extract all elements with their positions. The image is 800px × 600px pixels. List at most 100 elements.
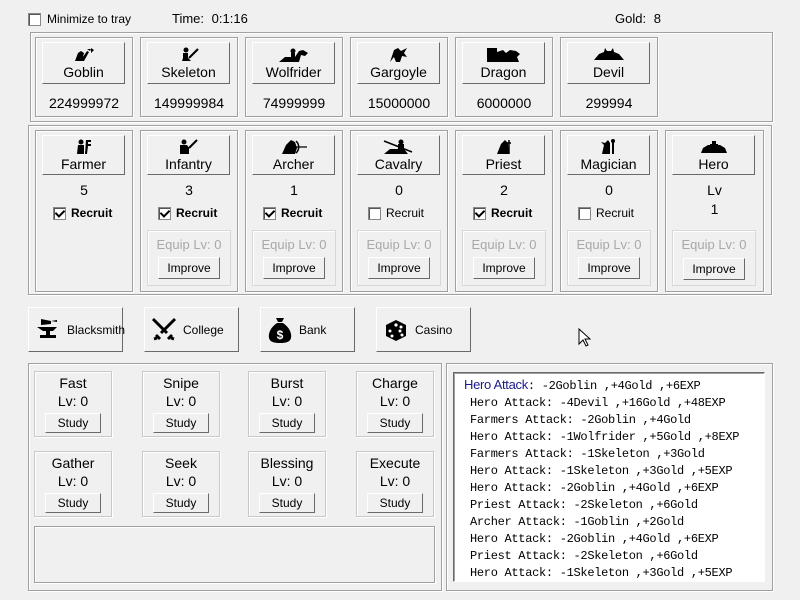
minimize-label: Minimize to tray [47, 12, 132, 26]
skill-name: Fast [59, 375, 87, 391]
hero-improve-label: Improve [692, 262, 736, 276]
improve-label: Improve [272, 261, 316, 275]
devil-icon [592, 46, 626, 64]
battle-log[interactable]: Hero Attack: -2Goblin ,+4Gold ,+6EXP Her… [453, 372, 765, 582]
skill-name: Gather [51, 455, 95, 471]
recruit-checkbox-box[interactable] [368, 206, 381, 220]
hero-button[interactable]: Hero [672, 135, 755, 175]
facility-button-blacksmith[interactable]: Blacksmith [28, 307, 126, 352]
enemy-button-goblin[interactable]: Goblin [42, 42, 125, 84]
improve-label: Improve [587, 261, 631, 275]
study-button[interactable]: Study [153, 413, 209, 433]
facility-label: Blacksmith [67, 322, 126, 337]
minimize-to-tray-checkbox[interactable]: Minimize to tray [28, 12, 131, 26]
log-line: Hero Attack: -4Devil ,+16Gold ,+48EXP [470, 396, 726, 410]
skill-level: Lv: 0 [379, 393, 411, 409]
skill-level: Lv: 0 [165, 473, 197, 489]
unit-button-farmer[interactable]: Farmer [42, 135, 125, 175]
unit-label: Infantry [165, 156, 212, 172]
hero-improve-button[interactable]: Improve [683, 258, 745, 280]
equip-level-label: Equip Lv: 0 [471, 237, 537, 252]
log-line: Archer Attack: -1Goblin ,+2Gold [470, 515, 684, 529]
enemy-button-wolfrider[interactable]: Wolfrider [252, 42, 335, 84]
unit-button-archer[interactable]: Archer [252, 135, 335, 175]
improve-button[interactable]: Improve [158, 257, 220, 279]
recruit-checkbox-box[interactable] [158, 206, 171, 220]
recruit-checkbox-box[interactable] [578, 206, 591, 220]
enemy-button-gargoyle[interactable]: Gargoyle [357, 42, 440, 84]
study-button[interactable]: Study [45, 493, 101, 513]
magician-icon [598, 138, 620, 156]
facility-label: Bank [299, 322, 327, 337]
skeleton-icon [177, 46, 201, 64]
recruit-checkbox[interactable]: Recruit [53, 206, 112, 220]
study-button[interactable]: Study [367, 413, 423, 433]
log-line: Hero Attack: -1Skeleton ,+3Gold ,+5EXP [470, 566, 733, 580]
equip-level-label: Equip Lv: 0 [366, 237, 432, 252]
unit-button-infantry[interactable]: Infantry [147, 135, 230, 175]
enemy-count: 6000000 [476, 95, 532, 111]
unit-label: Farmer [60, 156, 107, 172]
facility-button-bank[interactable]: $ Bank [260, 307, 355, 352]
study-label: Study [379, 416, 411, 430]
skill-level: Lv: 0 [57, 393, 89, 409]
unit-button-priest[interactable]: Priest [462, 135, 545, 175]
recruit-checkbox-box[interactable] [53, 206, 66, 220]
enemy-button-dragon[interactable]: Dragon [462, 42, 545, 84]
farmer-icon [75, 138, 93, 156]
recruit-label: Recruit [386, 206, 425, 220]
recruit-checkbox-box[interactable] [263, 206, 276, 220]
enemy-count: 299994 [585, 95, 633, 111]
enemy-button-devil[interactable]: Devil [567, 42, 650, 84]
enemy-count: 15000000 [367, 95, 431, 111]
improve-button[interactable]: Improve [368, 257, 430, 279]
skill-name: Execute [369, 455, 421, 471]
improve-button[interactable]: Improve [473, 257, 535, 279]
recruit-checkbox-box[interactable] [473, 206, 486, 220]
cavalry-icon [381, 138, 417, 156]
unit-button-cavalry[interactable]: Cavalry [357, 135, 440, 175]
minimize-checkbox-box[interactable] [28, 12, 41, 26]
unit-count: 5 [80, 182, 88, 198]
time-label: Time: [172, 11, 205, 26]
study-button[interactable]: Study [45, 413, 101, 433]
recruit-checkbox[interactable]: Recruit [473, 206, 532, 220]
recruit-checkbox[interactable]: Recruit [158, 206, 217, 220]
skill-level: Lv: 0 [271, 473, 303, 489]
log-line: Hero Attack: -1Skeleton ,+3Gold ,+5EXP [470, 464, 733, 478]
recruit-checkbox[interactable]: Recruit [263, 206, 322, 220]
gold-value: 8 [653, 11, 661, 26]
unit-count: 1 [290, 182, 298, 198]
dragon-icon [486, 46, 522, 64]
log-line: Hero Attack: -2Goblin ,+4Gold ,+6EXP [470, 532, 719, 546]
improve-button[interactable]: Improve [263, 257, 325, 279]
money-bag-icon: $ [267, 316, 293, 344]
study-button[interactable]: Study [259, 413, 315, 433]
facility-button-casino[interactable]: Casino [376, 307, 471, 352]
skill-level: Lv: 0 [165, 393, 197, 409]
recruit-checkbox[interactable]: Recruit [578, 206, 634, 220]
study-button[interactable]: Study [153, 493, 209, 513]
priest-icon [493, 138, 515, 156]
study-button[interactable]: Study [259, 493, 315, 513]
enemy-button-skeleton[interactable]: Skeleton [147, 42, 230, 84]
skill-level: Lv: 0 [271, 393, 303, 409]
status-box [34, 526, 435, 583]
log-line: Farmers Attack: -1Skeleton ,+3Gold [470, 447, 705, 461]
enemy-label: Devil [592, 64, 625, 80]
recruit-label: Recruit [596, 206, 635, 220]
improve-label: Improve [482, 261, 526, 275]
skill-name: Blessing [260, 455, 314, 471]
enemy-label: Gargoyle [370, 64, 427, 80]
enemy-label: Wolfrider [265, 64, 322, 80]
study-label: Study [271, 416, 303, 430]
unit-count: 2 [500, 182, 508, 198]
recruit-checkbox[interactable]: Recruit [368, 206, 424, 220]
improve-button[interactable]: Improve [578, 257, 640, 279]
facility-button-college[interactable]: College [144, 307, 239, 352]
study-label: Study [57, 496, 89, 510]
study-button[interactable]: Study [367, 493, 423, 513]
unit-label: Magician [580, 156, 637, 172]
enemy-count: 74999999 [262, 95, 326, 111]
unit-button-magician[interactable]: Magician [567, 135, 650, 175]
